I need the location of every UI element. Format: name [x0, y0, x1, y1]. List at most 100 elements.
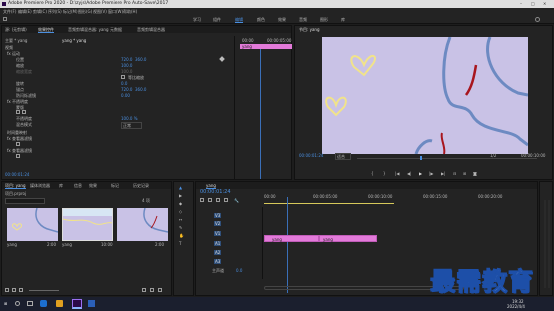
razor-tool-icon[interactable]: ◇	[179, 209, 182, 214]
lift-icon[interactable]: ⊟	[453, 171, 456, 176]
opacity-value[interactable]: 100.0 %	[121, 116, 138, 121]
task-view-icon[interactable]	[27, 301, 33, 306]
type-tool-icon[interactable]: T	[179, 241, 181, 246]
timeline-playhead[interactable]	[287, 197, 288, 293]
start-icon[interactable]: ⊞	[4, 301, 7, 306]
taskbar-word-icon[interactable]	[88, 300, 95, 307]
slip-tool-icon[interactable]: ↔	[179, 217, 182, 222]
maximize-button[interactable]: □	[531, 1, 535, 6]
workspace-tab-audio[interactable]: 音频	[299, 17, 307, 22]
icon-view-icon[interactable]	[19, 288, 23, 292]
tab-audio-clip-mixer[interactable]: 音频剪辑混合器	[137, 27, 165, 32]
tab-effects[interactable]: 效果	[89, 183, 97, 188]
flicker-value[interactable]: 0.00	[121, 93, 130, 98]
lock-icon[interactable]	[5, 288, 9, 292]
tab-metadata[interactable]: 元数据	[110, 27, 122, 32]
blend-mode-select[interactable]: 正常	[121, 122, 142, 129]
pen-tool-icon[interactable]: ✎	[179, 225, 182, 230]
section-time-remap[interactable]: 时间重映射	[7, 130, 27, 135]
linked-selection-icon[interactable]	[216, 198, 220, 202]
selection-tool-icon[interactable]: ▲	[179, 185, 182, 190]
timeline-clip-2[interactable]: yang	[319, 235, 377, 242]
ripple-edit-tool-icon[interactable]: ◆	[179, 201, 182, 206]
workspace-tab-editing[interactable]: 编辑	[235, 17, 243, 23]
project-thumb-3[interactable]	[117, 207, 169, 241]
scale-value[interactable]: 100.0	[121, 63, 132, 68]
new-item-icon[interactable]	[150, 288, 154, 292]
section-opacity[interactable]: fx 不透明度	[7, 99, 28, 104]
uniform-scale-checkbox[interactable]	[121, 75, 125, 79]
tab-audio-mixer[interactable]: 音频剪辑混合器: yang	[68, 27, 109, 32]
mini-playhead[interactable]	[260, 49, 261, 179]
master-value[interactable]: 0.0	[236, 268, 242, 273]
program-playhead[interactable]	[420, 156, 422, 160]
step-back-icon[interactable]: ◀|	[407, 171, 411, 176]
taskbar-premiere-icon[interactable]	[72, 299, 82, 309]
track-a2[interactable]: A2	[214, 250, 222, 255]
mask-ellipse-icon[interactable]	[16, 110, 20, 114]
menu-window[interactable]: 窗口(W)	[108, 9, 123, 14]
track-v2[interactable]: V2	[214, 221, 222, 226]
list-view-icon[interactable]	[12, 288, 16, 292]
snap-icon[interactable]	[208, 198, 212, 202]
go-to-in-icon[interactable]: |◀	[395, 171, 399, 176]
position-y[interactable]: 360.0	[135, 57, 146, 62]
filter-mask-icon[interactable]	[16, 142, 20, 146]
timeline-clip-1[interactable]: yang	[264, 235, 319, 242]
nest-icon[interactable]	[200, 198, 204, 202]
hand-tool-icon[interactable]: ✋	[179, 233, 184, 238]
tab-effect-controls[interactable]: 效果控件	[38, 27, 54, 33]
step-forward-icon[interactable]: |▶	[429, 171, 433, 176]
menu-marker[interactable]: 标记(M)	[63, 9, 78, 14]
effect-timecode[interactable]: 00:00:01:24	[5, 172, 29, 177]
home-icon[interactable]	[3, 17, 7, 21]
work-area-bar[interactable]	[264, 203, 394, 204]
tab-libraries[interactable]: 库	[59, 183, 63, 188]
new-bin-icon[interactable]	[142, 288, 146, 292]
menu-view[interactable]: 视图(V)	[93, 9, 107, 14]
export-frame-icon[interactable]: ◙	[473, 171, 477, 176]
program-timecode[interactable]: 00:00:01:24	[299, 153, 323, 158]
timeline-timecode[interactable]: 00:00:01:24	[200, 190, 231, 195]
keyframe-icon[interactable]	[219, 56, 225, 62]
close-button[interactable]: ✕	[543, 1, 546, 6]
workspace-tab-effects[interactable]: 效果	[278, 17, 286, 22]
mini-timeline-clip[interactable]: yang	[240, 44, 292, 49]
fit-select[interactable]: 适合	[335, 153, 351, 160]
tab-project[interactable]: 项目: yang	[5, 183, 26, 189]
project-search-input[interactable]	[5, 198, 45, 204]
taskbar-search-icon[interactable]	[15, 301, 20, 306]
track-a1[interactable]: A1	[214, 241, 222, 246]
tab-media-browser[interactable]: 媒体浏览器	[30, 183, 50, 188]
trash-icon[interactable]	[158, 288, 162, 292]
add-marker-icon[interactable]	[224, 198, 228, 202]
section-motion[interactable]: fx 运动	[7, 51, 20, 56]
extract-icon[interactable]: ⊞	[463, 171, 466, 176]
workspace-tab-libraries[interactable]: 库	[341, 17, 345, 22]
taskbar-browser-icon[interactable]	[40, 300, 47, 307]
taskbar-folder-icon[interactable]	[56, 300, 63, 307]
search-icon[interactable]	[535, 17, 540, 22]
tab-source[interactable]: 源: (无剪辑)	[5, 27, 27, 32]
track-a3[interactable]: A3	[214, 259, 222, 264]
menu-graphics[interactable]: 图形(G)	[78, 9, 92, 14]
play-icon[interactable]: ▶	[419, 171, 422, 176]
tab-history[interactable]: 历史记录	[133, 183, 149, 188]
workspace-tab-graphics[interactable]: 图形	[320, 17, 328, 22]
workspace-tab-assembly[interactable]: 组件	[213, 17, 221, 22]
menu-help[interactable]: 帮助(H)	[123, 9, 137, 14]
section-viewer-filter-2[interactable]: fx 查看器滤镜	[7, 148, 32, 153]
zoom-slider[interactable]	[29, 290, 59, 291]
program-scrubber[interactable]	[357, 158, 537, 159]
rotation-value[interactable]: 0.0	[121, 81, 127, 86]
workspace-tab-learn[interactable]: 学习	[193, 17, 201, 22]
mark-in-icon[interactable]: {	[371, 171, 374, 176]
minimize-button[interactable]: –	[520, 1, 522, 6]
anchor-x[interactable]: 720.0	[121, 87, 132, 92]
go-to-out-icon[interactable]: ▶|	[441, 171, 445, 176]
project-thumb-2[interactable]	[62, 208, 113, 241]
track-v3[interactable]: V3	[214, 213, 222, 218]
menu-sequence[interactable]: 序列(S)	[48, 9, 62, 14]
section-viewer-filter-1[interactable]: fx 查看器滤镜	[7, 136, 32, 141]
tab-info[interactable]: 信息	[74, 183, 82, 188]
